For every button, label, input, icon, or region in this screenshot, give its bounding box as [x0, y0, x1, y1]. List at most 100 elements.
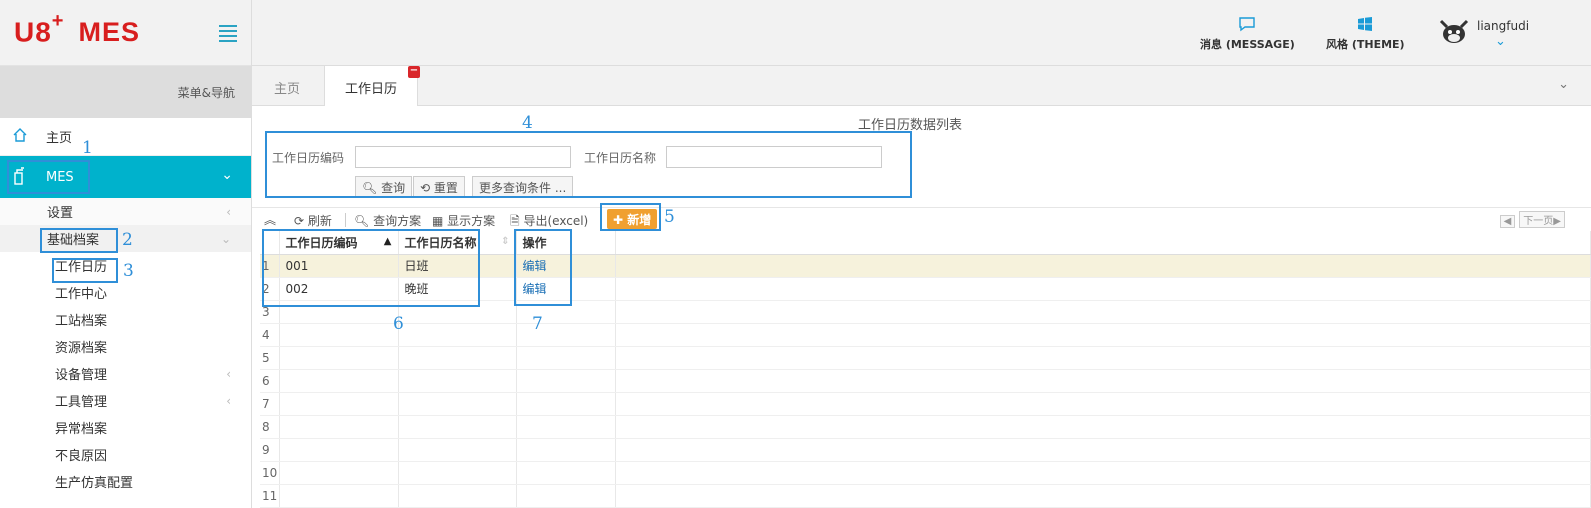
search-label: 查询 [381, 181, 406, 195]
col-label: 工作日历名称 [404, 235, 477, 250]
sidebar-item-label: 工具管理 [55, 395, 108, 410]
sidebar-item-label: 设置 [47, 206, 74, 221]
search-icon: 🔍︎ [354, 214, 370, 228]
chevron-down-icon: ⌄ [221, 167, 233, 183]
edit-link[interactable]: 编辑 [516, 277, 616, 301]
add-button[interactable]: ✚ 新增 [607, 209, 658, 229]
sort-icon: ⇕ [501, 236, 510, 247]
annotation-number-6: 6 [393, 314, 404, 334]
name-label: 工作日历名称 [584, 151, 657, 165]
cell-name: 晚班 [398, 277, 517, 301]
chevron-down-icon: ⌄ [1495, 34, 1506, 49]
tab-home[interactable]: 主页 [252, 66, 322, 106]
query-scheme-button[interactable]: 🔍︎ 查询方案 [354, 212, 421, 229]
sidebar-item-exceptions[interactable]: 异常档案 [0, 414, 251, 441]
sidebar-item-label: 工站档案 [55, 314, 108, 329]
collapse-icon[interactable]: ︽ [264, 211, 276, 228]
next-page-button[interactable]: 下一页▶ [1519, 211, 1565, 228]
sidebar-item-label: 主页 [46, 131, 73, 146]
username: liangfudi [1477, 19, 1530, 33]
reset-label: 重置 [433, 181, 458, 195]
table-row: 10 [260, 461, 1591, 485]
table-row: 8 [260, 415, 1591, 439]
prev-page-button[interactable]: ◀ [1499, 215, 1516, 228]
sidebar-item-equipment[interactable]: 设备管理 ‹ [0, 360, 251, 387]
refresh-icon: ⟳ [294, 214, 305, 228]
table-header: 工作日历编码 ▲ 工作日历名称 ⇕ 操作 [260, 231, 1591, 255]
col-name-header[interactable]: 工作日历名称 ⇕ [398, 231, 517, 255]
chevron-left-icon: ‹ [226, 204, 231, 219]
windows-icon [1326, 16, 1405, 36]
logo-mes: MES [78, 17, 140, 48]
sidebar-item-home[interactable]: 主页 [0, 118, 251, 156]
chevron-down-icon: ⌄ [220, 231, 231, 246]
cell-name: 日班 [398, 254, 517, 278]
col-label: 工作日历编码 [285, 235, 358, 250]
display-scheme-label: 显示方案 [447, 214, 496, 228]
col-code-header[interactable]: 工作日历编码 ▲ [279, 231, 399, 255]
logo: U8+ MES [14, 10, 140, 48]
theme-label: 风格 (THEME) [1326, 38, 1405, 51]
edit-link[interactable]: 编辑 [516, 254, 616, 278]
name-input[interactable] [666, 146, 882, 168]
table-row: 11 [260, 484, 1591, 508]
sidebar-item-tools[interactable]: 工具管理 ‹ [0, 387, 251, 414]
sidebar-item-label: 工作中心 [55, 287, 108, 302]
code-input[interactable] [355, 146, 571, 168]
table-row: 4 [260, 323, 1591, 347]
sidebar-item-simulation[interactable]: 生产仿真配置 [0, 468, 251, 495]
reset-button[interactable]: ⟲ 重置 [413, 176, 465, 197]
sidebar-item-work-center[interactable]: 工作中心 [0, 279, 251, 306]
display-scheme-button[interactable]: ▦ 显示方案 [432, 212, 495, 229]
file-icon: 🗎 [510, 214, 520, 228]
more-conditions-button[interactable]: 更多查询条件 ... [472, 176, 574, 197]
annotation-number-1: 1 [82, 138, 93, 158]
export-button[interactable]: 🗎 导出(excel) [510, 212, 588, 233]
row-number-header [260, 231, 280, 255]
theme-button[interactable]: 风格 (THEME) [1326, 16, 1405, 52]
search-icon: 🔍︎ [362, 181, 378, 195]
refresh-button[interactable]: ⟳ 刷新 [294, 212, 332, 229]
tab-bar: 主页 工作日历 − ⌄ [252, 66, 1591, 106]
export-label: 导出(excel) [523, 214, 589, 228]
row-number: 2 [260, 277, 280, 301]
row-number: 5 [260, 346, 280, 370]
sidebar-item-label: 不良原因 [55, 449, 108, 464]
table-row: 9 [260, 438, 1591, 462]
pager: ◀ 下一页▶ [1496, 211, 1565, 228]
extinguisher-icon [12, 166, 26, 188]
annotation-number-7: 7 [532, 314, 543, 334]
menu-toggle-icon[interactable] [219, 25, 237, 45]
nav-caption: 菜单&导航 [0, 66, 251, 118]
logo-main: U8 [14, 16, 52, 48]
chevron-down-icon[interactable]: ⌄ [1558, 77, 1569, 92]
data-table: 工作日历编码 ▲ 工作日历名称 ⇕ 操作 1 001 日班 编辑 2 002 晚班 … [260, 231, 1591, 508]
close-tab-icon[interactable]: − [408, 66, 420, 78]
sidebar-item-station[interactable]: 工站档案 [0, 306, 251, 333]
sort-up-icon: ▲ [383, 236, 392, 247]
reset-icon: ⟲ [420, 181, 431, 195]
col-label: 操作 [522, 235, 547, 250]
tab-work-calendar[interactable]: 工作日历 − [324, 66, 420, 106]
toolbar: ︽ ⟳ 刷新 🔍︎ 查询方案 ▦ 显示方案 🗎 导出(excel) ✚ 新增 ◀… [252, 207, 1591, 231]
message-label: 消息 (MESSAGE) [1200, 38, 1295, 51]
search-button[interactable]: 🔍︎ 查询 [355, 176, 413, 197]
sidebar-item-defect-reasons[interactable]: 不良原因 [0, 441, 251, 468]
cell-filler [615, 254, 1591, 278]
chevron-left-icon: ‹ [226, 366, 231, 381]
sidebar-item-mes[interactable]: MES ⌄ [0, 156, 251, 198]
page-title: 工作日历数据列表 [858, 118, 963, 133]
home-icon [12, 127, 28, 146]
sidebar-item-settings[interactable]: 设置 ‹ [0, 198, 251, 225]
row-number: 11 [260, 484, 280, 508]
table-row[interactable]: 1 001 日班 编辑 [260, 254, 1591, 278]
filler-header [615, 231, 1591, 255]
logo-plus: + [51, 10, 65, 32]
divider [345, 213, 346, 227]
sidebar-item-label: 生产仿真配置 [55, 476, 134, 491]
table-row[interactable]: 2 002 晚班 编辑 [260, 277, 1591, 301]
message-button[interactable]: 消息 (MESSAGE) [1200, 16, 1295, 52]
grid-icon: ▦ [432, 214, 444, 228]
cell-filler [615, 277, 1591, 301]
sidebar-item-resource[interactable]: 资源档案 [0, 333, 251, 360]
